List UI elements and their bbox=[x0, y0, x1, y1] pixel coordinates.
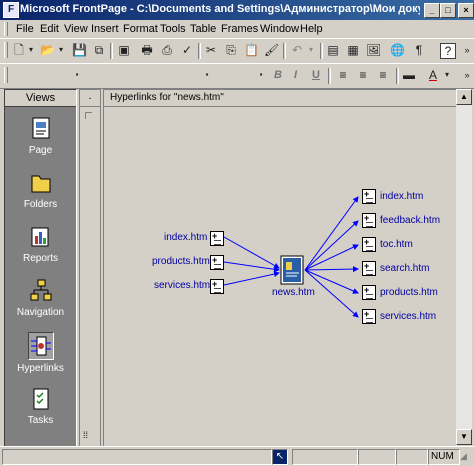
outgoing-file-icon[interactable]: + bbox=[362, 309, 376, 324]
incoming-arrow bbox=[223, 271, 280, 286]
scroll-down-arrow-icon[interactable]: ▼ bbox=[456, 429, 472, 445]
scroll-up-arrow-icon[interactable]: ▲ bbox=[456, 89, 472, 105]
outgoing-file-label[interactable]: feedback.htm bbox=[380, 215, 440, 226]
incoming-file-label[interactable]: index.htm bbox=[164, 232, 207, 243]
outgoing-file-icon[interactable]: + bbox=[362, 237, 376, 252]
vertical-scrollbar[interactable]: ▲ ▼ bbox=[456, 89, 472, 445]
outgoing-arrow bbox=[304, 196, 359, 271]
resize-grip-icon[interactable]: ◢ bbox=[460, 451, 467, 462]
status-panel bbox=[396, 449, 428, 465]
status-bar: ↖ NUM ◢ bbox=[0, 446, 474, 466]
num-lock-indicator: NUM bbox=[428, 449, 460, 465]
center-page-icon[interactable] bbox=[280, 255, 304, 285]
outgoing-arrow bbox=[304, 266, 359, 273]
outgoing-file-label[interactable]: services.htm bbox=[380, 311, 436, 322]
status-panel bbox=[358, 449, 396, 465]
outgoing-file-label[interactable]: index.htm bbox=[380, 191, 423, 202]
outgoing-arrow bbox=[304, 220, 359, 271]
outgoing-arrow bbox=[304, 244, 359, 271]
outgoing-file-icon[interactable]: + bbox=[362, 261, 376, 276]
hyperlink-diagram bbox=[223, 196, 359, 318]
outgoing-file-icon[interactable]: + bbox=[362, 189, 376, 204]
status-panel bbox=[292, 449, 358, 465]
outgoing-file-label[interactable]: products.htm bbox=[380, 287, 438, 298]
incoming-file-icon[interactable]: + bbox=[210, 231, 224, 246]
outgoing-file-icon[interactable]: + bbox=[362, 285, 376, 300]
incoming-file-label[interactable]: products.htm bbox=[152, 256, 210, 267]
outgoing-file-label[interactable]: toc.htm bbox=[380, 239, 413, 250]
incoming-file-icon[interactable]: + bbox=[210, 279, 224, 294]
center-file-label[interactable]: news.htm bbox=[272, 287, 315, 298]
incoming-file-label[interactable]: services.htm bbox=[154, 280, 210, 291]
status-message bbox=[2, 449, 272, 465]
outgoing-file-icon[interactable]: + bbox=[362, 213, 376, 228]
incoming-file-icon[interactable]: + bbox=[210, 255, 224, 270]
status-cursor-icon: ↖ bbox=[272, 449, 288, 465]
outgoing-file-label[interactable]: search.htm bbox=[380, 263, 429, 274]
